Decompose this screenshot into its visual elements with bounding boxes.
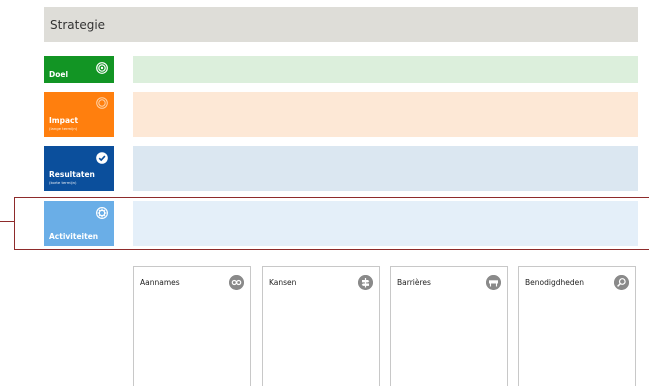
infinity-icon bbox=[229, 275, 244, 290]
activiteiten-highlight bbox=[14, 197, 640, 250]
strategy-header: Strategie bbox=[44, 7, 638, 42]
target-outline-icon bbox=[96, 97, 108, 109]
tile-impact[interactable]: Impact (lange termijn) bbox=[44, 92, 114, 137]
doel-input-bar[interactable] bbox=[133, 56, 638, 83]
tile-doel[interactable]: Doel bbox=[44, 56, 114, 83]
highlight-connector bbox=[0, 221, 14, 222]
card-benodigdheden[interactable]: Benodigdheden bbox=[518, 266, 636, 386]
tile-resultaten-label: Resultaten bbox=[49, 170, 95, 179]
impact-input-bar[interactable] bbox=[133, 92, 638, 137]
tile-doel-label: Doel bbox=[49, 70, 69, 79]
target-icon bbox=[96, 62, 108, 74]
card-barrieres-title: Barrières bbox=[397, 278, 431, 287]
page-title: Strategie bbox=[50, 17, 106, 32]
card-barrieres[interactable]: Barrières bbox=[390, 266, 508, 386]
card-kansen[interactable]: Kansen bbox=[262, 266, 380, 386]
highlight-right-edge bbox=[638, 197, 649, 250]
tile-impact-label: Impact bbox=[49, 116, 79, 125]
barrier-icon bbox=[486, 275, 501, 290]
tile-impact-sublabel: (lange termijn) bbox=[49, 126, 78, 131]
tile-resultaten-sublabel: (korte termijn) bbox=[49, 180, 77, 185]
check-circle-icon bbox=[96, 152, 108, 164]
resultaten-input-bar[interactable] bbox=[133, 146, 638, 191]
card-aannames-title: Aannames bbox=[140, 278, 180, 287]
signpost-icon bbox=[358, 275, 373, 290]
card-aannames[interactable]: Aannames bbox=[133, 266, 251, 386]
search-gear-icon bbox=[614, 275, 629, 290]
tile-resultaten[interactable]: Resultaten (korte termijn) bbox=[44, 146, 114, 191]
card-benodigdheden-title: Benodigdheden bbox=[525, 278, 584, 287]
card-kansen-title: Kansen bbox=[269, 278, 297, 287]
